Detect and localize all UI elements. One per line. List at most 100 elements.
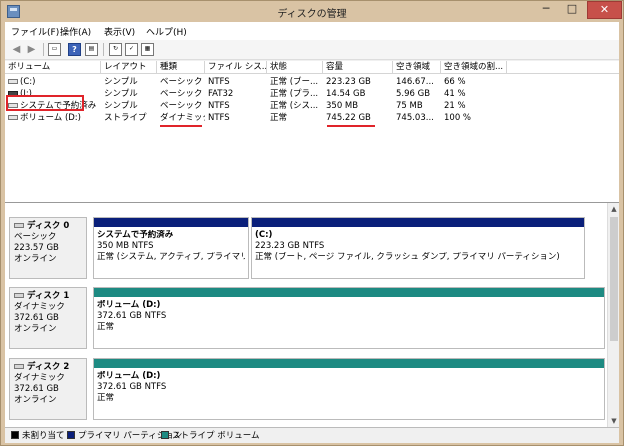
properties-pane-icon[interactable]: ▤ [85,43,98,56]
column-volume[interactable]: ボリューム [5,61,101,74]
volume-file-system: NTFS [208,77,230,87]
disk-type: ベーシック [14,232,57,242]
partition-d-disk2[interactable]: ボリューム (D:) 372.61 GB NTFS 正常 [93,358,605,420]
column-layout[interactable]: レイアウト [101,61,157,74]
partition-title: (C:) [255,230,273,240]
volume-type: ダイナミック [160,113,205,123]
disk-label[interactable]: ディスク 1 ダイナミック 372.61 GB オンライン [9,287,87,349]
volume-layout: シンプル [104,89,138,99]
toolbar-separator [103,43,104,56]
volume-name: ボリューム (D:) [5,112,101,124]
check-icon[interactable]: ✓ [125,43,138,56]
vertical-scrollbar[interactable]: ▲ ▼ [607,203,619,427]
scroll-up-arrow-icon[interactable]: ▲ [608,203,620,215]
volume-row-system-reserved[interactable]: システムで予約済み シンプル ベーシック NTFS 正常 (シス... 350 … [5,100,619,112]
scrollbar-thumb[interactable] [610,217,618,341]
refresh-icon[interactable]: ↻ [109,43,122,56]
column-status[interactable]: 状態 [267,61,323,74]
drive-icon [8,79,18,84]
disk-name: ディスク 0 [27,221,70,231]
volume-file-system: NTFS [208,113,230,123]
partition-title: ボリューム (D:) [97,300,161,310]
legend-striped-volume: ストライプ ボリューム [161,431,259,441]
partition-size: 350 MB NTFS [97,241,154,251]
column-percent-free[interactable]: 空き領域の割... [441,61,507,74]
partition-size: 372.61 GB NTFS [97,382,167,392]
underline-capacity [327,125,375,127]
volume-type: ベーシック [160,77,203,87]
disk-size: 372.61 GB [14,313,59,323]
maximize-button[interactable]: □ [559,1,585,19]
partition-status: 正常 [97,393,115,403]
minimize-button[interactable]: ─ [533,1,559,19]
settings-icon[interactable]: ▦ [141,43,154,56]
disk-management-window: ディスクの管理 ─ □ ✕ ファイル(F) 操作(A) 表示(V) ヘルプ(H)… [0,0,624,446]
disk-icon [14,293,24,298]
legend-unallocated: 未割り当て [11,431,65,441]
underline-dynamic [160,125,202,127]
disk-name: ディスク 2 [27,362,70,372]
menu-help[interactable]: ヘルプ(H) [146,25,187,38]
menu-view[interactable]: 表示(V) [104,25,135,38]
volume-type: ベーシック [160,89,203,99]
menu-action[interactable]: 操作(A) [60,25,91,38]
disk-status: オンライン [14,254,57,264]
volume-free-space: 5.96 GB [396,89,431,99]
partition-status: 正常 (ブート, ページ ファイル, クラッシュ ダンプ, プライマリ パーティ… [255,252,560,262]
volume-row-d[interactable]: ボリューム (D:) ストライプ ダイナミック NTFS 正常 745.22 G… [5,112,619,124]
column-free-space[interactable]: 空き領域 [393,61,441,74]
volume-type: ベーシック [160,101,203,111]
partition-title: ボリューム (D:) [97,371,161,381]
legend-bar: 未割り当て プライマリ パーティション ストライプ ボリューム [5,427,619,443]
column-type[interactable]: 種類 [157,61,205,74]
partition-system-reserved[interactable]: システムで予約済み 350 MB NTFS 正常 (システム, アクティブ, プ… [93,217,249,279]
partition-d-disk1[interactable]: ボリューム (D:) 372.61 GB NTFS 正常 [93,287,605,349]
volume-name-text: (C:) [20,77,36,87]
volume-list-header: ボリューム レイアウト 種類 ファイル シス... 状態 容量 空き領域 空き領… [5,61,619,74]
disk-label[interactable]: ディスク 0 ベーシック 223.57 GB オンライン [9,217,87,279]
close-button[interactable]: ✕ [587,1,622,19]
disk-row-1: ディスク 1 ダイナミック 372.61 GB オンライン ボリューム (D:)… [9,287,605,349]
forward-arrow-icon[interactable]: ▶ [25,43,38,56]
scroll-down-arrow-icon[interactable]: ▼ [608,415,620,427]
volume-name: (C:) [5,76,101,88]
menu-bar: ファイル(F) 操作(A) 表示(V) ヘルプ(H) [5,22,619,40]
disk-icon [14,364,24,369]
volume-percent-free: 100 % [444,113,472,123]
volume-capacity: 350 MB [326,101,359,111]
volume-capacity: 223.23 GB [326,77,371,87]
partition-bar [252,218,584,227]
volume-layout: ストライプ [104,113,147,123]
disk-row-0: ディスク 0 ベーシック 223.57 GB オンライン システムで予約済み 3… [9,217,605,279]
volume-layout: シンプル [104,77,138,87]
volume-capacity: 745.22 GB [326,113,371,123]
disk-size: 223.57 GB [14,243,59,253]
disk-type: ダイナミック [14,373,65,383]
partition-c[interactable]: (C:) 223.23 GB NTFS 正常 (ブート, ページ ファイル, ク… [251,217,585,279]
legend-label: 未割り当て [22,431,65,441]
volume-percent-free: 21 % [444,101,466,111]
volume-file-system: NTFS [208,101,230,111]
volume-row-i[interactable]: (I:) シンプル ベーシック FAT32 正常 (プラ... 14.54 GB… [5,88,619,100]
partition-title: システムで予約済み [97,230,174,240]
volume-free-space: 75 MB [396,101,423,111]
disk-status: オンライン [14,395,57,405]
partition-bar [94,359,604,368]
column-file-system[interactable]: ファイル シス... [205,61,267,74]
volume-file-system: FAT32 [208,89,234,99]
volume-name-text: ボリューム (D:) [20,113,81,123]
partition-bar [94,288,604,297]
toolbar-separator [43,43,44,56]
drive-icon [8,115,18,120]
volume-row-c[interactable]: (C:) シンプル ベーシック NTFS 正常 (ブー... 223.23 GB… [5,76,619,88]
menu-file[interactable]: ファイル(F) [11,25,59,38]
back-arrow-icon[interactable]: ◀ [10,43,23,56]
volume-percent-free: 66 % [444,77,466,87]
show-console-tree-icon[interactable]: ▭ [48,43,61,56]
column-capacity[interactable]: 容量 [323,61,393,74]
help-icon[interactable]: ? [68,43,81,56]
title-bar[interactable]: ディスクの管理 ─ □ ✕ [1,1,623,22]
disk-label[interactable]: ディスク 2 ダイナミック 372.61 GB オンライン [9,358,87,420]
disk-row-2: ディスク 2 ダイナミック 372.61 GB オンライン ボリューム (D:)… [9,358,605,420]
legend-swatch [161,431,169,439]
